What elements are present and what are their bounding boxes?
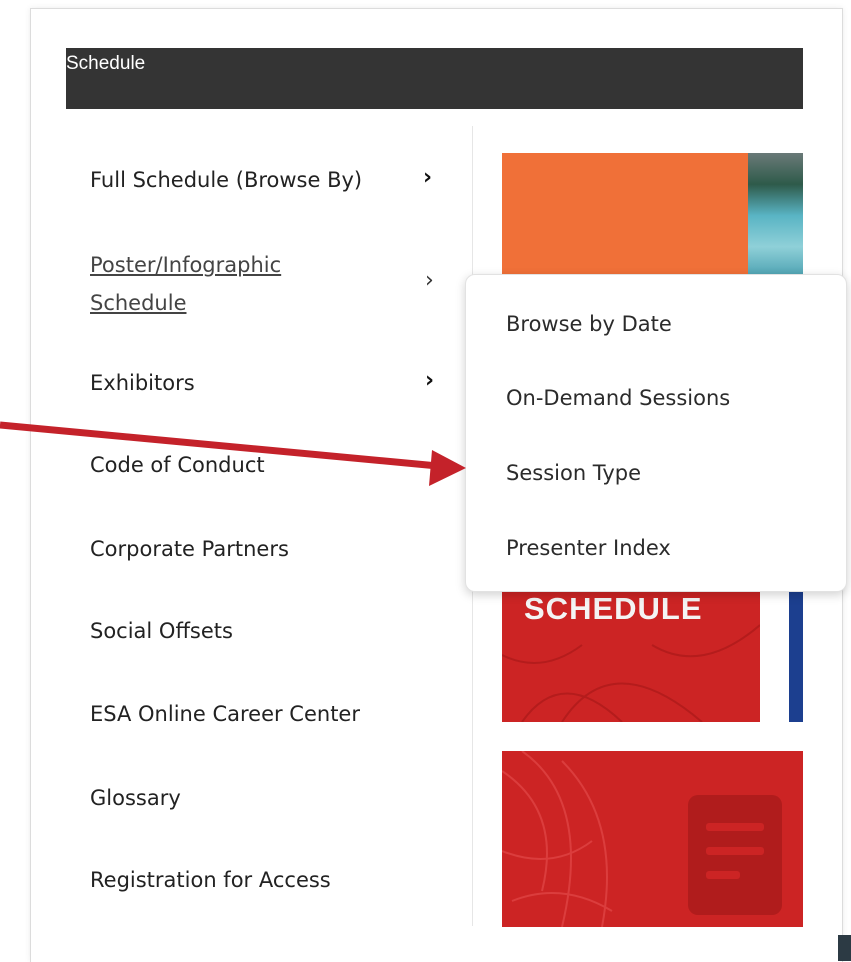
document-icon [688,795,782,915]
schedule-header: Schedule [66,48,803,109]
browse-by-dropdown: Browse by Date On-Demand Sessions Sessio… [465,274,847,592]
header-title: Schedule [66,53,146,74]
menu-item-session-type[interactable]: Session Type [506,461,641,485]
tile-schedule-label: SCHEDULE [524,591,703,626]
nav-esa-career-center[interactable]: ESA Online Career Center [90,702,360,726]
doc-line [706,823,764,831]
tile-document[interactable] [502,751,803,927]
doc-line [706,847,764,855]
tile-schedule[interactable]: SCHEDULE [502,585,760,722]
nav-registration[interactable]: Registration for Access [90,868,331,892]
nav-corporate-partners[interactable]: Corporate Partners [90,537,289,561]
nav-social-offsets[interactable]: Social Offsets [90,619,233,643]
background-sliver [838,935,851,961]
menu-item-presenter-index[interactable]: Presenter Index [506,536,671,560]
tile-photo[interactable] [748,153,803,278]
nav-glossary[interactable]: Glossary [90,786,181,810]
chevron-right-icon[interactable]: › [425,368,434,393]
nav-exhibitors[interactable]: Exhibitors [90,371,195,395]
tile-blue[interactable] [789,585,803,722]
menu-item-on-demand-sessions[interactable]: On-Demand Sessions [506,386,730,410]
menu-item-browse-by-date[interactable]: Browse by Date [506,312,672,336]
nav-poster-label-line1[interactable]: Poster/Infographic [90,253,281,277]
chevron-right-icon[interactable]: › [425,268,434,293]
doc-line [706,871,740,879]
nav-code-of-conduct[interactable]: Code of Conduct [90,453,265,477]
nav-poster-label-line2[interactable]: Schedule [90,291,187,315]
chevron-right-icon[interactable]: › [423,165,432,190]
nav-full-schedule[interactable]: Full Schedule (Browse By) [90,168,362,192]
nav-poster-infographic[interactable]: Poster/Infographic Schedule [90,246,281,322]
tile-orange[interactable] [502,153,748,293]
